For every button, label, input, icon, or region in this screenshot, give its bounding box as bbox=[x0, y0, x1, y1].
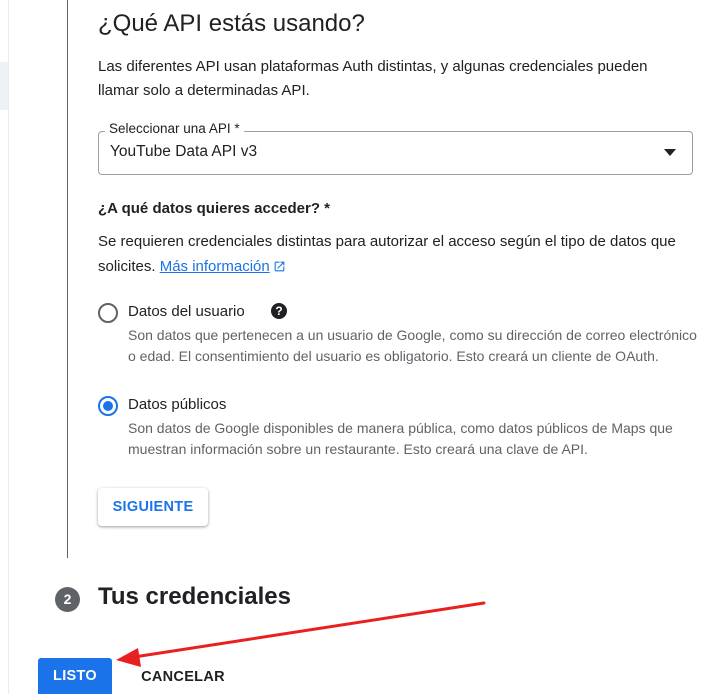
help-icon[interactable]: ? bbox=[271, 303, 287, 319]
radio-user-data[interactable] bbox=[98, 303, 118, 323]
api-select-label: Seleccionar una API * bbox=[105, 121, 244, 136]
step-title-credentials: Tus credenciales bbox=[98, 583, 291, 610]
data-question-description: Se requieren credenciales distintas para… bbox=[98, 229, 698, 279]
sidebar-edge bbox=[0, 62, 8, 110]
data-question-title: ¿A qué datos quieres acceder? * bbox=[98, 200, 331, 217]
cancel-button[interactable]: CANCELAR bbox=[132, 660, 234, 694]
more-info-link-label: Más información bbox=[159, 258, 270, 275]
more-info-link[interactable]: Más información bbox=[160, 258, 286, 275]
next-button[interactable]: SIGUIENTE bbox=[98, 488, 208, 526]
annotation-arrow-shaft bbox=[132, 601, 486, 659]
radio-public-data[interactable] bbox=[98, 396, 118, 416]
option-description-user-data: Son datos que pertenecen a un usuario de… bbox=[128, 327, 697, 364]
option-description-public-data: Son datos de Google disponibles de maner… bbox=[128, 420, 673, 457]
step-number-badge: 2 bbox=[55, 587, 80, 612]
open-in-new-icon bbox=[274, 261, 285, 272]
step-title-api: ¿Qué API estás usando? bbox=[98, 10, 365, 37]
done-button[interactable]: LISTO bbox=[38, 658, 112, 694]
sidebar-divider bbox=[8, 0, 9, 694]
api-select-value: YouTube Data API v3 bbox=[110, 143, 258, 160]
option-label-user-data: Datos del usuario bbox=[128, 303, 245, 320]
option-label-public-data: Datos públicos bbox=[128, 396, 227, 413]
dropdown-arrow-icon bbox=[664, 149, 676, 156]
stepper-connector-line bbox=[67, 0, 68, 558]
api-select[interactable]: Seleccionar una API * YouTube Data API v… bbox=[98, 121, 693, 175]
step-intro-text: Las diferentes API usan plataformas Auth… bbox=[98, 58, 648, 99]
